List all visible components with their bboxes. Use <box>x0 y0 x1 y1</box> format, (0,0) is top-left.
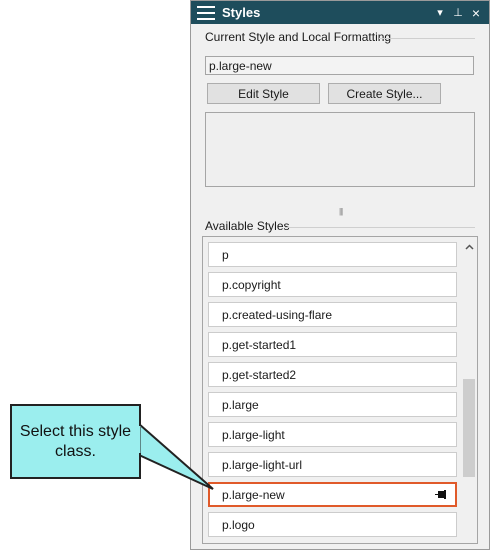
splitter-grip-icon[interactable]: ||| <box>339 207 343 216</box>
scroll-thumb[interactable] <box>463 379 475 477</box>
available-styles-list[interactable]: p p.copyright p.created-using-flare p.ge… <box>202 236 478 544</box>
style-item-p-copyright[interactable]: p.copyright <box>208 272 457 297</box>
current-style-group-label: Current Style and Local Formatting <box>205 30 392 44</box>
close-icon[interactable]: × <box>467 5 485 21</box>
list-item-label: p <box>222 247 229 262</box>
style-item-p-large-light-url[interactable]: p.large-light-url <box>208 452 457 477</box>
hamburger-menu-icon[interactable] <box>197 5 215 20</box>
available-styles-group-label: Available Styles <box>205 219 290 233</box>
styles-panel: Styles ▾ ⊥ × Current Style and Local For… <box>190 0 490 550</box>
style-item-p-get-started2[interactable]: p.get-started2 <box>208 362 457 387</box>
list-item-label: p.copyright <box>222 277 281 292</box>
style-preview-box <box>205 112 475 187</box>
group-divider <box>379 38 475 39</box>
list-item-label: p.large-new <box>222 487 285 502</box>
style-item-p-get-started1[interactable]: p.get-started1 <box>208 332 457 357</box>
list-item-label: p.get-started1 <box>222 337 297 352</box>
group-divider <box>285 227 475 228</box>
style-item-p-created-using-flare[interactable]: p.created-using-flare <box>208 302 457 327</box>
list-item-label: p.logo <box>222 517 255 532</box>
list-scrollbar[interactable] <box>461 237 477 543</box>
style-item-p-large-new[interactable]: p.large-new <box>208 482 457 507</box>
style-item-p-large-light[interactable]: p.large-light <box>208 422 457 447</box>
current-style-field: p.large-new <box>205 56 474 75</box>
callout-box: Select this style class. <box>10 404 141 479</box>
list-item-label: p.large-light-url <box>222 457 303 472</box>
create-style-button[interactable]: Create Style... <box>328 83 441 104</box>
edit-style-button[interactable]: Edit Style <box>207 83 320 104</box>
style-item-p[interactable]: p <box>208 242 457 267</box>
panel-title: Styles <box>222 5 261 20</box>
panel-titlebar: Styles ▾ ⊥ × <box>191 1 489 24</box>
dropdown-arrow-icon[interactable]: ▾ <box>431 6 449 19</box>
list-item-label: p.created-using-flare <box>222 307 333 322</box>
list-item-label: p.large-light <box>222 427 285 442</box>
pin-icon[interactable] <box>435 490 447 499</box>
style-item-p-logo[interactable]: p.logo <box>208 512 457 537</box>
list-item-label: p.get-started2 <box>222 367 297 382</box>
scroll-up-icon[interactable] <box>461 239 477 255</box>
style-item-p-large[interactable]: p.large <box>208 392 457 417</box>
pin-panel-icon[interactable]: ⊥ <box>449 6 467 19</box>
list-item-label: p.large <box>222 397 259 412</box>
